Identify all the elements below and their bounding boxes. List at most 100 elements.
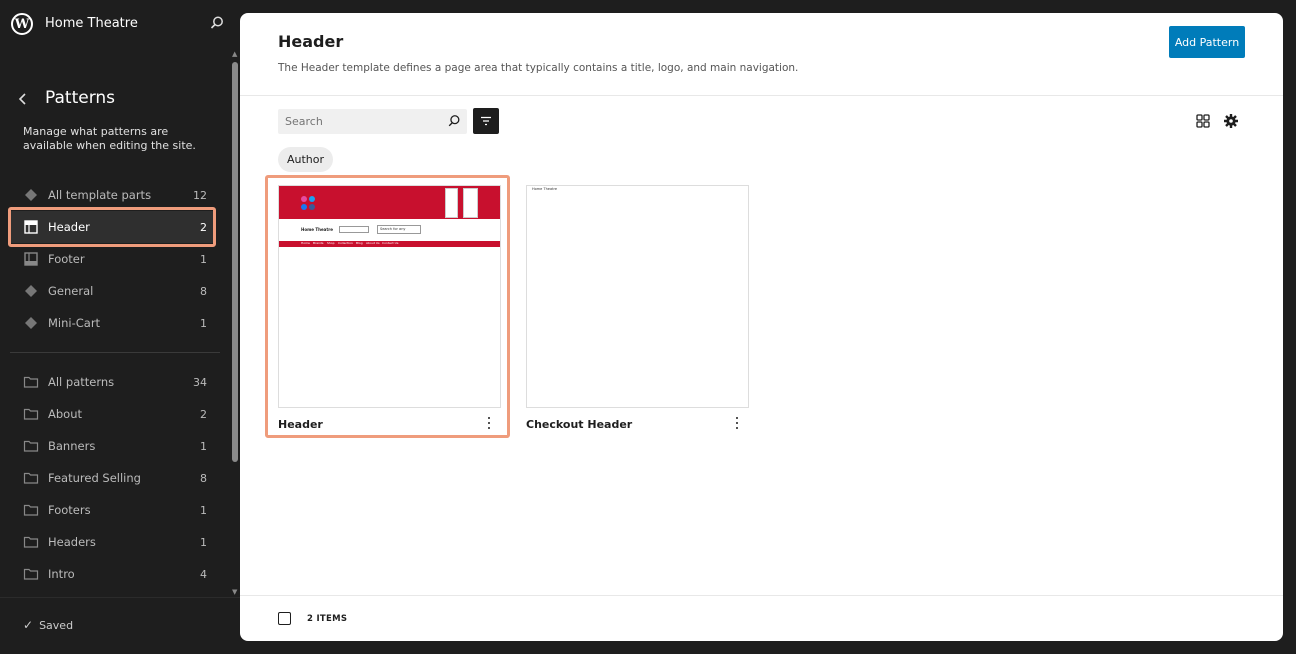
preview-nav-item: Contact Us [382,241,399,245]
sidebar-item-label: All patterns [48,375,115,389]
preview-nav-item: Brands [313,241,324,245]
sidebar-item-count: 2 [200,220,207,234]
sidebar-item-headers[interactable]: Headers 1 [10,526,214,558]
folder-icon [23,566,39,582]
footer-divider [240,595,1283,596]
preview-nav-item: Home [301,241,310,245]
preview-nav-item: Blog [356,241,363,245]
more-options-icon[interactable] [732,415,742,431]
sidebar-item-label: Footers [48,503,91,517]
preview-panel [445,188,458,218]
author-filter-chip[interactable]: Author [278,147,333,172]
diamond-icon [23,283,39,299]
select-all-checkbox[interactable] [278,612,291,625]
preview-search: Search for any [377,225,421,234]
page-description: The Header template defines a page area … [278,62,799,74]
sidebar-item-count: 12 [193,188,207,202]
preview-site-title: Home Theatre [532,187,557,191]
page-title: Header [278,32,344,51]
preview-nav-item: Collection [338,241,353,245]
preview-social-icon [301,196,307,202]
sidebar-item-count: 1 [200,316,207,330]
template-parts-list: All template parts 12 Header 2 Footer 1 … [8,179,216,339]
sidebar-footer-divider [0,597,240,598]
sidebar-item-label: All template parts [48,188,152,202]
folder-icon [23,502,39,518]
items-count: 2 ITEMS [307,614,348,624]
preview-site-title: Home Theatre [301,227,333,232]
folder-icon [23,438,39,454]
section-title: Patterns [45,88,116,108]
folder-icon [23,534,39,550]
folder-icon [23,374,39,390]
preview-social-icon [309,204,315,210]
search-icon [448,115,460,127]
more-options-icon[interactable] [484,415,494,431]
sidebar-item-label: Banners [48,439,96,453]
sidebar-item-all-template-parts[interactable]: All template parts 12 [10,179,214,211]
preview-nav-item: About Us [366,241,380,245]
sidebar-item-count: 8 [200,471,207,485]
sidebar-item-label: Intro [48,567,75,581]
main-panel: Header The Header template defines a pag… [240,13,1283,641]
save-status-label: Saved [39,618,74,632]
sidebar-item-count: 1 [200,535,207,549]
pattern-categories-list: All patterns 34 About 2 Banners 1 Featur… [10,366,214,590]
diamond-icon [23,187,39,203]
sidebar-item-count: 34 [193,375,207,389]
sidebar-item-count: 1 [200,503,207,517]
wordpress-logo-icon[interactable]: W [11,13,33,35]
preview-social-icon [301,204,307,210]
sidebar-item-count: 1 [200,252,207,266]
site-title[interactable]: Home Theatre [45,16,138,31]
sidebar-item-general[interactable]: General 8 [10,275,214,307]
search-input[interactable] [278,109,438,134]
sidebar-item-label: Mini-Cart [48,316,101,330]
folder-icon [23,406,39,422]
site-hub: W Home Theatre [0,0,240,46]
preview-panel [463,188,478,218]
section-description: Manage what patterns are available when … [23,125,196,152]
search-icon[interactable] [209,15,225,31]
back-chevron-icon[interactable] [14,90,32,108]
sidebar: W Home Theatre Patterns Manage what patt… [0,0,240,654]
diamond-icon [23,315,39,331]
sidebar-item-all-patterns[interactable]: All patterns 34 [10,366,214,398]
sidebar-item-intro[interactable]: Intro 4 [10,558,214,590]
sidebar-item-label: Footer [48,252,85,266]
filter-icon [481,116,491,126]
pattern-preview[interactable]: Home Theatre Search for any Home Brands … [278,185,501,408]
sidebar-item-count: 4 [200,567,207,581]
sidebar-item-footers[interactable]: Footers 1 [10,494,214,526]
scrollbar-thumb[interactable] [232,62,238,462]
gear-icon[interactable] [1223,113,1239,129]
preview-nav-item: Shop [327,241,335,245]
sidebar-item-label: General [48,284,94,298]
sidebar-item-count: 2 [200,407,207,421]
sidebar-item-label: Header [48,220,90,234]
sidebar-scrollbar[interactable]: ▲ ▼ [231,50,239,596]
sidebar-item-count: 1 [200,439,207,453]
scroll-up-arrow-icon[interactable]: ▲ [232,50,237,58]
sidebar-item-label: Featured Selling [48,471,141,485]
filter-button[interactable] [473,108,499,134]
scroll-down-arrow-icon[interactable]: ▼ [232,588,237,596]
check-icon: ✓ [23,618,34,632]
sidebar-item-mini-cart[interactable]: Mini-Cart 1 [10,307,214,339]
sidebar-item-about[interactable]: About 2 [10,398,214,430]
header-divider [240,95,1283,96]
footer-icon [23,251,39,267]
add-pattern-button[interactable]: Add Pattern [1169,26,1245,58]
pattern-card-title: Header [278,418,323,431]
sidebar-item-banners[interactable]: Banners 1 [10,430,214,462]
grid-view-icon[interactable] [1195,113,1211,129]
pattern-preview[interactable]: Home Theatre [526,185,749,408]
sidebar-item-header[interactable]: Header 2 [8,207,216,247]
save-status: ✓ Saved [23,618,73,632]
preview-social-icon [309,196,315,202]
sidebar-item-footer[interactable]: Footer 1 [10,243,214,275]
sidebar-item-label: Headers [48,535,96,549]
sidebar-item-featured-selling[interactable]: Featured Selling 8 [10,462,214,494]
sidebar-divider [10,352,220,353]
search-field [278,109,467,134]
